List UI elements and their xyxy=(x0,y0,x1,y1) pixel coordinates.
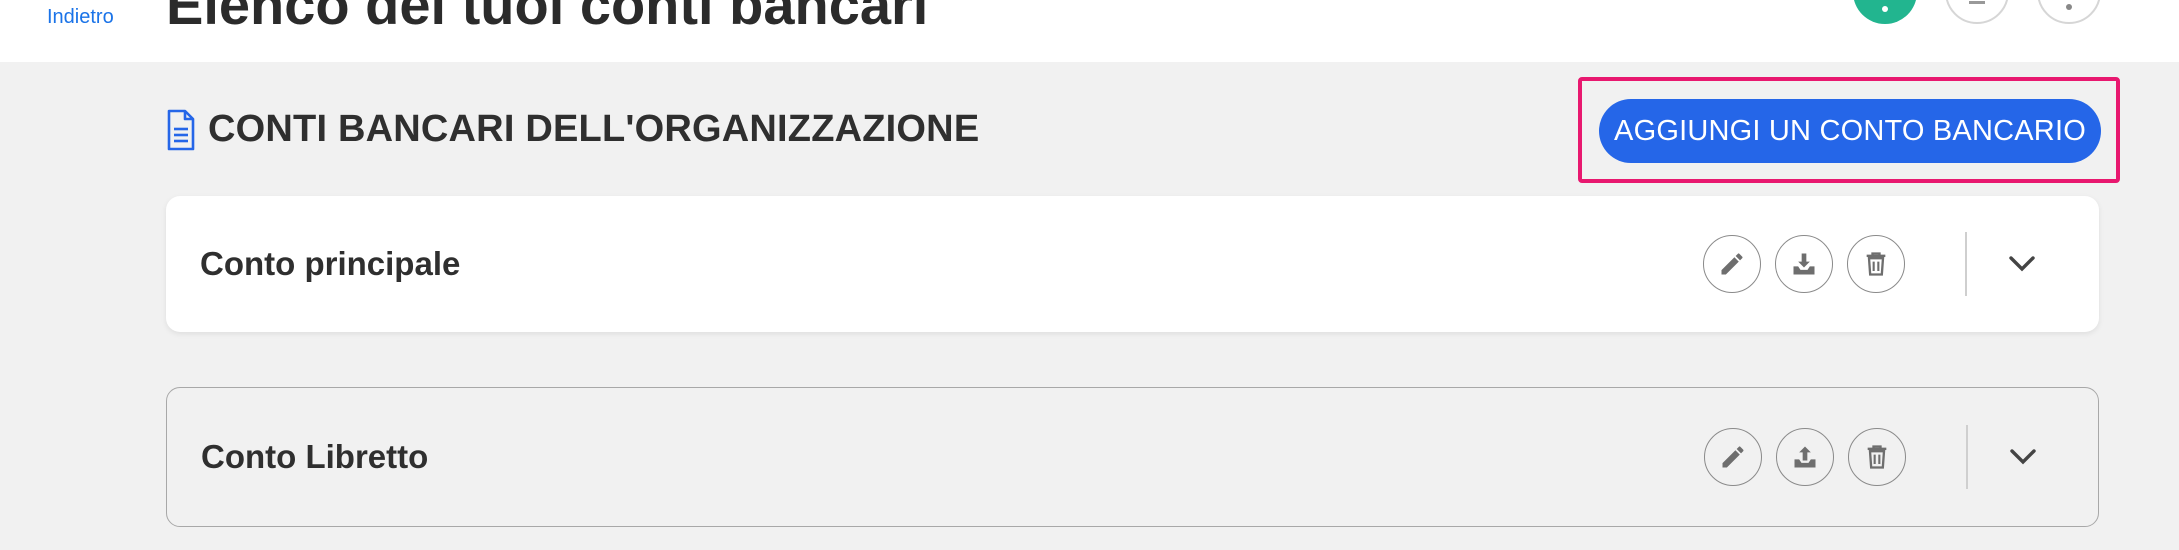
trash-icon xyxy=(1866,252,1886,276)
pencil-icon xyxy=(1722,446,1744,468)
more-options-button[interactable] xyxy=(2037,0,2101,24)
account-name: Conto Libretto xyxy=(201,438,429,475)
download-button[interactable] xyxy=(1775,235,1833,293)
plus-icon xyxy=(1882,6,1888,12)
divider xyxy=(1966,425,1968,489)
document-icon xyxy=(167,109,195,150)
highlight-box: AGGIUNGI UN CONTO BANCARIO xyxy=(1578,77,2120,183)
upload-tray-icon xyxy=(1794,446,1816,468)
minus-icon xyxy=(1969,1,1985,4)
page-title: Elenco dei tuoi conti bancari xyxy=(166,0,929,36)
chevron-down-icon[interactable] xyxy=(2005,439,2041,475)
download-tray-icon xyxy=(1793,253,1815,275)
section-title: CONTI BANCARI DELL'ORGANIZZAZIONE xyxy=(208,108,980,150)
add-bank-account-button[interactable]: AGGIUNGI UN CONTO BANCARIO xyxy=(1599,99,2101,163)
account-name: Conto principale xyxy=(200,245,461,282)
bank-account-card: Conto Libretto xyxy=(166,387,2099,527)
bank-account-card: Conto principale xyxy=(166,196,2099,332)
trash-icon xyxy=(1867,445,1887,469)
delete-button[interactable] xyxy=(1847,235,1905,293)
edit-button[interactable] xyxy=(1703,235,1761,293)
delete-button[interactable] xyxy=(1848,428,1906,486)
divider xyxy=(1965,232,1967,296)
more-vertical-icon xyxy=(2066,4,2072,10)
chevron-down-icon[interactable] xyxy=(2004,246,2040,282)
top-bar: Indietro Elenco dei tuoi conti bancari xyxy=(0,0,2179,62)
add-fab-button[interactable] xyxy=(1853,0,1917,24)
menu-button[interactable] xyxy=(1945,0,2009,24)
section-header: CONTI BANCARI DELL'ORGANIZZAZIONE xyxy=(166,108,979,151)
pencil-icon xyxy=(1721,253,1743,275)
back-link[interactable]: Indietro xyxy=(47,6,114,29)
edit-button[interactable] xyxy=(1704,428,1762,486)
upload-button[interactable] xyxy=(1776,428,1834,486)
